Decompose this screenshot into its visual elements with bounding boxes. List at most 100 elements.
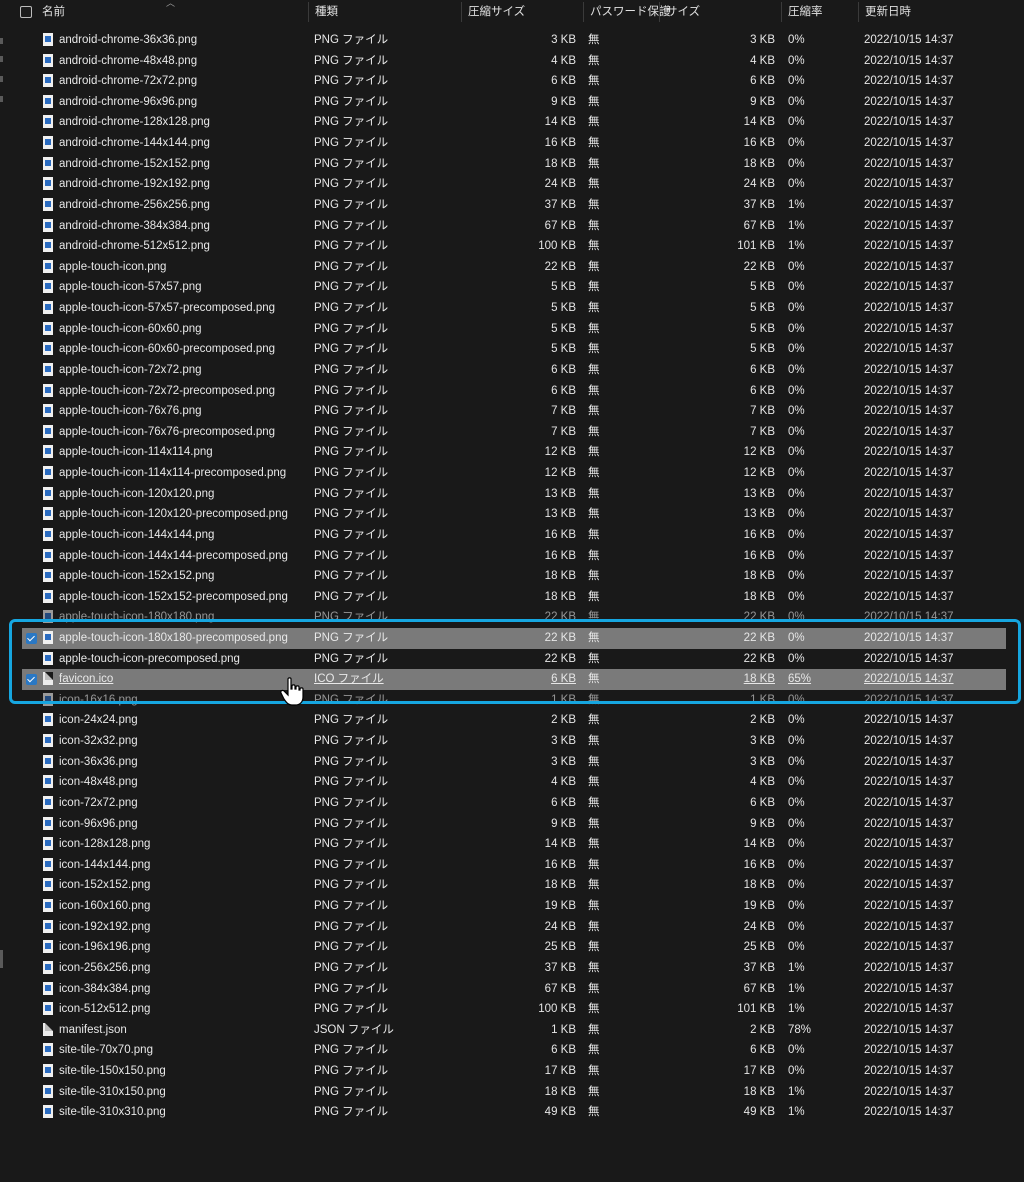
file-row[interactable]: android-chrome-152x152.png PNG ファイル 18 KB 無… [22, 154, 1006, 175]
file-row[interactable]: apple-touch-icon-76x76-precomposed.png PN… [22, 422, 1006, 443]
row-checkbox[interactable] [26, 427, 37, 438]
file-row[interactable]: android-chrome-36x36.png PNG ファイル 3 KB 無 3 K… [22, 30, 1006, 51]
file-row[interactable]: icon-48x48.png PNG ファイル 4 KB 無 4 KB 0% 2022/10… [22, 772, 1006, 793]
file-row[interactable]: icon-192x192.png PNG ファイル 24 KB 無 24 KB 0% 202… [22, 917, 1006, 938]
file-row[interactable]: apple-touch-icon-72x72-precomposed.png PN… [22, 381, 1006, 402]
row-checkbox[interactable] [26, 654, 37, 665]
row-checkbox[interactable] [26, 880, 37, 891]
row-checkbox[interactable] [26, 241, 37, 252]
file-row[interactable]: icon-128x128.png PNG ファイル 14 KB 無 14 KB 0% 202… [22, 834, 1006, 855]
header-divider[interactable] [659, 2, 660, 22]
row-checkbox[interactable] [26, 282, 37, 293]
file-row[interactable]: apple-touch-icon-114x114-precomposed.png… [22, 463, 1006, 484]
header-divider[interactable] [308, 2, 309, 22]
row-checkbox[interactable] [26, 984, 37, 995]
header-type[interactable]: 種類 [315, 0, 338, 24]
file-row[interactable]: android-chrome-192x192.png PNG ファイル 24 KB 無… [22, 174, 1006, 195]
file-row[interactable]: icon-144x144.png PNG ファイル 16 KB 無 16 KB 0% 202… [22, 855, 1006, 876]
row-checkbox[interactable] [26, 179, 37, 190]
file-row[interactable]: icon-24x24.png PNG ファイル 2 KB 無 2 KB 0% 2022/10… [22, 710, 1006, 731]
file-row[interactable]: apple-touch-icon-72x72.png PNG ファイル 6 KB 無 6… [22, 360, 1006, 381]
row-checkbox[interactable] [26, 715, 37, 726]
file-row[interactable]: site-tile-310x310.png PNG ファイル 49 KB 無 49 KB… [22, 1102, 1006, 1123]
file-row[interactable]: icon-96x96.png PNG ファイル 9 KB 無 9 KB 0% 2022/10… [22, 814, 1006, 835]
file-row[interactable]: android-chrome-72x72.png PNG ファイル 6 KB 無 6 K… [22, 71, 1006, 92]
row-checkbox[interactable] [26, 221, 37, 232]
row-checkbox[interactable] [26, 489, 37, 500]
file-row[interactable]: apple-touch-icon-57x57.png PNG ファイル 5 KB 無 5… [22, 277, 1006, 298]
header-compressed-size[interactable]: 圧縮サイズ [468, 0, 525, 24]
row-checkbox[interactable] [26, 632, 37, 644]
file-row[interactable]: apple-touch-icon-76x76.png PNG ファイル 7 KB 無 7… [22, 401, 1006, 422]
row-checkbox[interactable] [26, 777, 37, 788]
row-checkbox[interactable] [26, 262, 37, 273]
file-row[interactable]: icon-256x256.png PNG ファイル 37 KB 無 37 KB 1% 202… [22, 958, 1006, 979]
file-row[interactable]: android-chrome-512x512.png PNG ファイル 100 KB… [22, 236, 1006, 257]
row-checkbox[interactable] [26, 1087, 37, 1098]
file-row[interactable]: icon-152x152.png PNG ファイル 18 KB 無 18 KB 0% 202… [22, 875, 1006, 896]
row-checkbox[interactable] [26, 612, 37, 623]
file-row[interactable]: apple-touch-icon-120x120.png PNG ファイル 13 K… [22, 484, 1006, 505]
header-modified[interactable]: 更新日時 [865, 0, 911, 24]
file-row[interactable]: favicon.ico ICO ファイル 6 KB 無 18 KB 65% 2022/10/… [22, 669, 1006, 690]
file-row[interactable]: icon-72x72.png PNG ファイル 6 KB 無 6 KB 0% 2022/10… [22, 793, 1006, 814]
file-row[interactable]: site-tile-70x70.png PNG ファイル 6 KB 無 6 KB 0% 20… [22, 1040, 1006, 1061]
row-checkbox[interactable] [26, 138, 37, 149]
file-row[interactable]: android-chrome-256x256.png PNG ファイル 37 KB 無… [22, 195, 1006, 216]
row-checkbox[interactable] [26, 386, 37, 397]
header-divider[interactable] [583, 2, 584, 22]
header-divider[interactable] [781, 2, 782, 22]
row-checkbox[interactable] [26, 1004, 37, 1015]
row-checkbox[interactable] [26, 839, 37, 850]
row-checkbox[interactable] [26, 592, 37, 603]
file-row[interactable]: icon-32x32.png PNG ファイル 3 KB 無 3 KB 0% 2022/10… [22, 731, 1006, 752]
file-row[interactable]: android-chrome-384x384.png PNG ファイル 67 KB 無… [22, 216, 1006, 237]
row-checkbox[interactable] [26, 76, 37, 87]
file-row[interactable]: android-chrome-96x96.png PNG ファイル 9 KB 無 9 K… [22, 92, 1006, 113]
row-checkbox[interactable] [26, 97, 37, 108]
file-row[interactable]: apple-touch-icon-57x57-precomposed.png PN… [22, 298, 1006, 319]
header-name[interactable]: 名前 [42, 0, 65, 24]
row-checkbox[interactable] [26, 922, 37, 933]
row-checkbox[interactable] [26, 530, 37, 541]
file-row[interactable]: android-chrome-128x128.png PNG ファイル 14 KB 無… [22, 112, 1006, 133]
row-checkbox[interactable] [26, 860, 37, 871]
file-row[interactable]: icon-196x196.png PNG ファイル 25 KB 無 25 KB 0% 202… [22, 937, 1006, 958]
file-row[interactable]: manifest.json JSON ファイル 1 KB 無 2 KB 78% 2022/1… [22, 1020, 1006, 1041]
row-checkbox[interactable] [26, 406, 37, 417]
file-row[interactable]: apple-touch-icon-114x114.png PNG ファイル 12 K… [22, 442, 1006, 463]
file-row[interactable]: apple-touch-icon-144x144-precomposed.png… [22, 546, 1006, 567]
row-checkbox[interactable] [26, 468, 37, 479]
file-row[interactable]: icon-512x512.png PNG ファイル 100 KB 無 101 KB 1% 2… [22, 999, 1006, 1020]
file-row[interactable]: icon-160x160.png PNG ファイル 19 KB 無 19 KB 0% 202… [22, 896, 1006, 917]
row-checkbox[interactable] [26, 757, 37, 768]
row-checkbox[interactable] [26, 509, 37, 520]
row-checkbox[interactable] [26, 1045, 37, 1056]
file-row[interactable]: apple-touch-icon-152x152.png PNG ファイル 18 K… [22, 566, 1006, 587]
row-checkbox[interactable] [26, 1107, 37, 1118]
row-checkbox[interactable] [26, 674, 37, 686]
file-row[interactable]: site-tile-310x150.png PNG ファイル 18 KB 無 18 KB… [22, 1082, 1006, 1103]
row-checkbox[interactable] [26, 117, 37, 128]
file-row[interactable]: apple-touch-icon-120x120-precomposed.png… [22, 504, 1006, 525]
file-row[interactable]: icon-384x384.png PNG ファイル 67 KB 無 67 KB 1% 202… [22, 979, 1006, 1000]
file-row[interactable]: apple-touch-icon-precomposed.png PNG ファイル… [22, 649, 1006, 670]
file-row[interactable]: apple-touch-icon-144x144.png PNG ファイル 16 K… [22, 525, 1006, 546]
file-row[interactable]: icon-36x36.png PNG ファイル 3 KB 無 3 KB 0% 2022/10… [22, 752, 1006, 773]
row-checkbox[interactable] [26, 942, 37, 953]
row-checkbox[interactable] [26, 35, 37, 46]
file-row[interactable]: apple-touch-icon.png PNG ファイル 22 KB 無 22 KB 0… [22, 257, 1006, 278]
file-row[interactable]: site-tile-150x150.png PNG ファイル 17 KB 無 17 KB… [22, 1061, 1006, 1082]
row-checkbox[interactable] [26, 736, 37, 747]
header-ratio[interactable]: 圧縮率 [788, 0, 823, 24]
row-checkbox[interactable] [26, 571, 37, 582]
row-checkbox[interactable] [26, 819, 37, 830]
file-row[interactable]: apple-touch-icon-180x180.png PNG ファイル 22 K… [22, 607, 1006, 628]
row-checkbox[interactable] [26, 365, 37, 376]
row-checkbox[interactable] [26, 324, 37, 335]
row-checkbox[interactable] [26, 447, 37, 458]
file-row[interactable]: android-chrome-48x48.png PNG ファイル 4 KB 無 4 K… [22, 51, 1006, 72]
file-row[interactable]: apple-touch-icon-152x152-precomposed.png… [22, 587, 1006, 608]
row-checkbox[interactable] [26, 963, 37, 974]
row-checkbox[interactable] [26, 1066, 37, 1077]
